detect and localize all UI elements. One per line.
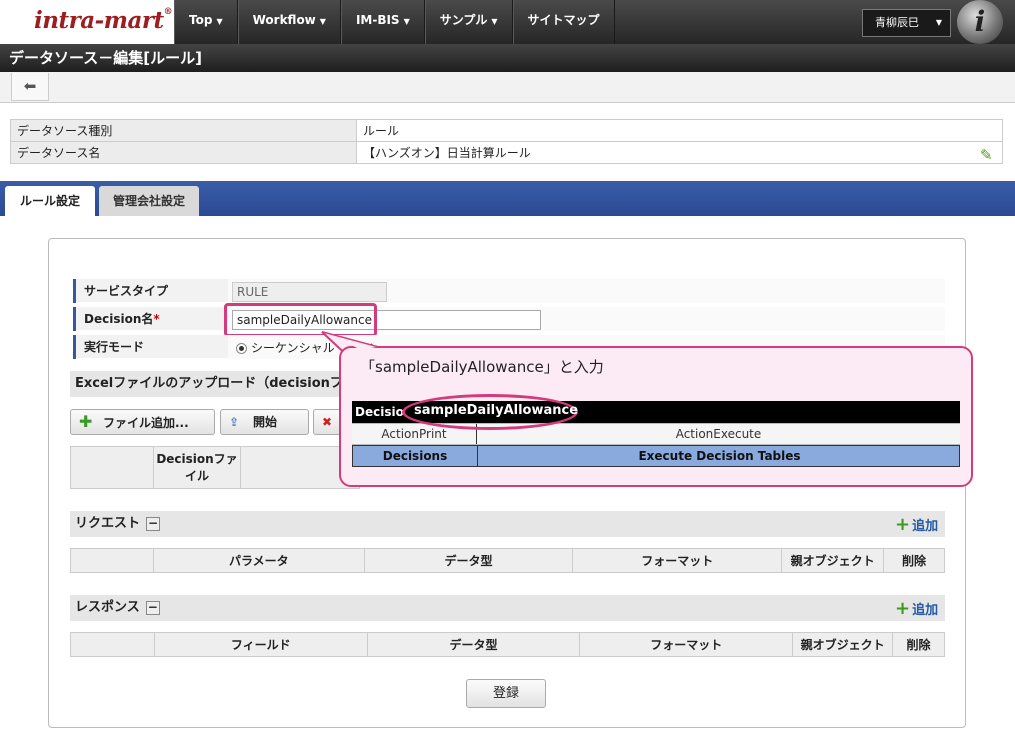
decision-table-cell: Decisions — [353, 446, 478, 466]
callout-text: 「sampleDailyAllowance」と入力 — [360, 358, 604, 376]
decision-table-header-value: sampleDailyAllowance — [414, 403, 579, 418]
decision-table-row: Decisions Execute Decision Tables — [352, 445, 960, 467]
decision-table-cell: ActionExecute — [675, 427, 762, 441]
decision-table-cell: Execute Decision Tables — [638, 449, 801, 463]
decision-table-header-prefix: Decisio — [355, 405, 404, 419]
